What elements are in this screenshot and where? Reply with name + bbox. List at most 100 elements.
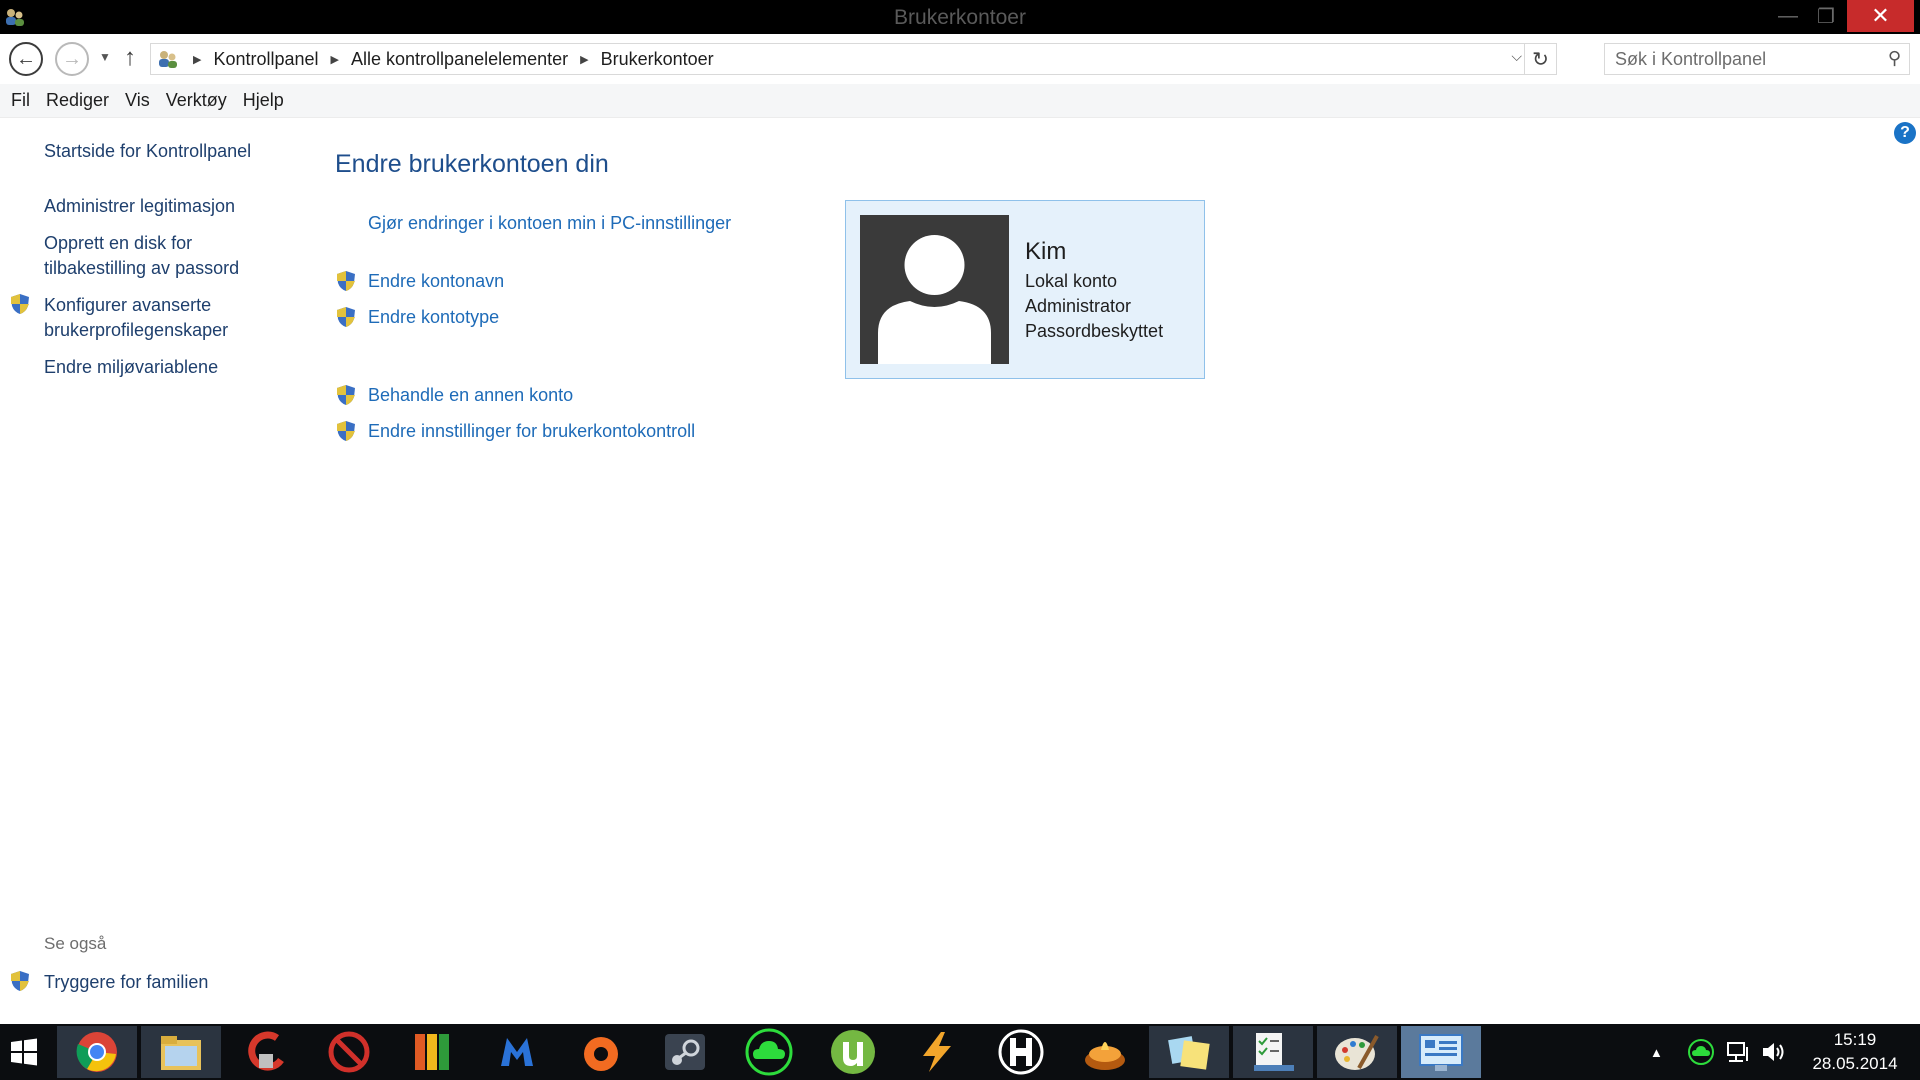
task-pc-settings-link[interactable]: Gjør endringer i kontoen min i PC-innsti… bbox=[368, 213, 731, 234]
origin-icon bbox=[584, 1037, 618, 1071]
taskbar-winamp[interactable] bbox=[897, 1026, 977, 1078]
sidebar-home-link[interactable]: Startside for Kontrollpanel bbox=[44, 139, 251, 164]
chrome-icon bbox=[76, 1032, 117, 1072]
taskbar-avg[interactable] bbox=[393, 1026, 473, 1078]
steam-icon bbox=[665, 1034, 705, 1070]
taskbar-malwarebytes[interactable] bbox=[477, 1026, 557, 1078]
page-title: Endre brukerkontoen din bbox=[335, 150, 609, 178]
task-change-account-name-link[interactable]: Endre kontonavn bbox=[368, 271, 504, 292]
taskbar-sticky-notes[interactable] bbox=[1149, 1026, 1229, 1078]
chevron-up-icon: ▲ bbox=[1650, 1044, 1663, 1060]
sidebar-item-label: tilbakestilling av passord bbox=[44, 258, 240, 278]
uac-shield-icon bbox=[11, 971, 29, 991]
sidebar-item-label: brukerprofilegenskaper bbox=[44, 320, 229, 340]
see-also-heading: Se også bbox=[44, 934, 107, 953]
clock-time: 15:19 bbox=[1833, 1030, 1877, 1049]
chevron-down-icon: ▼ bbox=[99, 50, 111, 64]
taskbar-ble[interactable] bbox=[981, 1026, 1061, 1078]
uac-shield-icon bbox=[11, 294, 29, 314]
blocked-app-icon bbox=[328, 1031, 370, 1073]
search-icon[interactable]: ⚲ bbox=[1888, 48, 1901, 69]
tray-network[interactable] bbox=[1725, 1024, 1751, 1080]
taskbar-control-panel[interactable] bbox=[1401, 1026, 1481, 1078]
window-title: Brukerkontoer bbox=[894, 6, 1026, 29]
account-name: Kim bbox=[1025, 238, 1067, 265]
taskbar-blocked-app[interactable] bbox=[309, 1026, 389, 1078]
account-card[interactable]: Kim Lokal konto Administrator Passordbes… bbox=[845, 200, 1205, 379]
menu-help[interactable]: Hjelp bbox=[243, 90, 284, 111]
ble-icon bbox=[998, 1029, 1044, 1075]
menu-tools[interactable]: Verktøy bbox=[166, 90, 227, 111]
taskbar-task-manager[interactable] bbox=[1233, 1026, 1313, 1078]
breadcrumb-user-accounts[interactable]: Brukerkontoer bbox=[601, 49, 714, 70]
account-type: Lokal konto bbox=[1025, 271, 1118, 291]
arrow-up-icon: ↑ bbox=[124, 44, 136, 71]
task-manage-another-account-link[interactable]: Behandle en annen konto bbox=[368, 385, 573, 406]
recent-locations-button[interactable]: ▼ bbox=[99, 50, 111, 64]
sidebar-item-advanced-profile[interactable]: Konfigurer avanserte brukerprofilegenska… bbox=[44, 293, 228, 343]
breadcrumb-separator-icon: ▶ bbox=[330, 53, 340, 66]
account-role: Administrator bbox=[1025, 296, 1132, 316]
minimize-button[interactable]: — bbox=[1770, 0, 1806, 32]
address-row: ← → ▼ ↑ ▶ Kontrollpanel ▶ Alle kontrollp… bbox=[0, 34, 1920, 84]
refresh-button[interactable]: ↻ bbox=[1524, 44, 1556, 74]
utorrent-icon bbox=[831, 1030, 875, 1074]
see-also-family-safety-link[interactable]: Tryggere for familien bbox=[44, 970, 208, 995]
task-manager-icon bbox=[1254, 1033, 1294, 1071]
taskbar-clock[interactable]: 15:19 28.05.2014 bbox=[1800, 1028, 1910, 1076]
arrow-right-icon: → bbox=[62, 47, 82, 70]
account-status: Passordbeskyttet bbox=[1025, 321, 1164, 341]
control-panel-icon bbox=[1419, 1034, 1463, 1071]
taskbar-utorrent[interactable] bbox=[813, 1026, 893, 1078]
up-button[interactable]: ↑ bbox=[124, 44, 136, 72]
taskbar-file-explorer[interactable] bbox=[141, 1026, 221, 1078]
menu-file[interactable]: Fil bbox=[11, 90, 30, 111]
address-dropdown-icon[interactable]: ⌵ bbox=[1511, 48, 1522, 65]
task-change-account-type-link[interactable]: Endre kontotype bbox=[368, 307, 499, 328]
arrow-left-icon: ← bbox=[16, 47, 36, 70]
breadcrumb-separator-icon: ▶ bbox=[193, 53, 202, 66]
breadcrumb-control-panel[interactable]: Kontrollpanel bbox=[213, 49, 318, 70]
menu-bar: Fil Rediger Vis Verktøy Hjelp bbox=[0, 84, 1920, 118]
forward-button[interactable]: → bbox=[55, 42, 89, 76]
sidebar-item-label: Konfigurer avanserte bbox=[44, 295, 212, 315]
taskbar-chrome[interactable] bbox=[57, 1026, 137, 1078]
clock-date: 28.05.2014 bbox=[1812, 1054, 1898, 1073]
task-uac-settings-link[interactable]: Endre innstillinger for brukerkontokontr… bbox=[368, 421, 695, 442]
tray-volume[interactable] bbox=[1760, 1024, 1788, 1080]
windows-start-icon[interactable] bbox=[10, 1038, 38, 1066]
sidebar-item-password-reset-disk[interactable]: Opprett en disk for tilbakestilling av p… bbox=[44, 231, 239, 281]
taskbar-ccleaner[interactable] bbox=[225, 1026, 305, 1078]
sidebar-item-environment-variables[interactable]: Endre miljøvariablene bbox=[44, 355, 218, 380]
search-input[interactable]: Søk i Kontrollpanel ⚲ bbox=[1604, 43, 1910, 75]
breadcrumb-separator-icon: ▶ bbox=[580, 53, 589, 66]
taskbar: ▲ 15:19 28.05.2014 bbox=[0, 1024, 1920, 1080]
show-hidden-icons-button[interactable]: ▲ bbox=[1650, 1024, 1663, 1080]
uac-shield-icon bbox=[337, 421, 355, 441]
avatar bbox=[860, 215, 1009, 364]
address-bar[interactable]: ▶ Kontrollpanel ▶ Alle kontrollpanelelem… bbox=[150, 43, 1557, 75]
back-button[interactable]: ← bbox=[9, 42, 43, 76]
menu-view[interactable]: Vis bbox=[125, 90, 150, 111]
close-button[interactable]: ✕ bbox=[1847, 0, 1914, 32]
tray-cloud-sync[interactable] bbox=[1688, 1024, 1714, 1080]
sticky-notes-icon bbox=[1168, 1036, 1210, 1070]
breadcrumb-all-items[interactable]: Alle kontrollpanelelementer bbox=[351, 49, 568, 70]
taskbar-paint[interactable] bbox=[1317, 1026, 1397, 1078]
taskbar-steam[interactable] bbox=[645, 1026, 725, 1078]
uac-shield-icon bbox=[337, 271, 355, 291]
title-bar: Brukerkontoer — ❐ ✕ bbox=[0, 0, 1920, 34]
taskbar-origin[interactable] bbox=[561, 1026, 641, 1078]
cloud-sync-icon bbox=[745, 1028, 793, 1076]
sidebar-item-manage-credentials[interactable]: Administrer legitimasjon bbox=[44, 194, 235, 219]
cloud-sync-tray-icon bbox=[1688, 1039, 1714, 1065]
taskbar-burner[interactable] bbox=[1065, 1026, 1145, 1078]
taskbar-cloud-sync[interactable] bbox=[729, 1026, 809, 1078]
network-icon bbox=[1727, 1042, 1748, 1062]
help-icon[interactable]: ? bbox=[1894, 122, 1916, 144]
maximize-button[interactable]: ❐ bbox=[1808, 0, 1844, 32]
winamp-icon bbox=[923, 1032, 951, 1072]
menu-edit[interactable]: Rediger bbox=[46, 90, 109, 111]
user-silhouette-icon bbox=[878, 235, 991, 364]
search-placeholder: Søk i Kontrollpanel bbox=[1615, 49, 1767, 69]
